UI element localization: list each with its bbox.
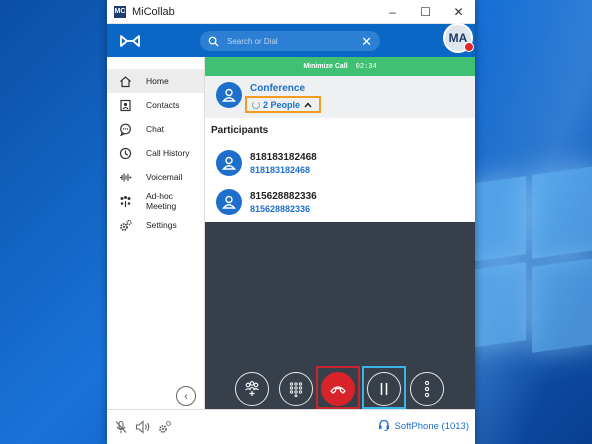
softphone-label: SoftPhone (1013) — [394, 421, 469, 432]
sidebar-item-label: Call History — [146, 148, 190, 158]
dialpad-button[interactable] — [279, 372, 313, 406]
sidebar-item-label: Voicemail — [146, 172, 183, 182]
softphone-status[interactable]: SoftPhone (1013) — [378, 419, 469, 434]
more-vertical-icon — [424, 380, 430, 398]
user-avatar[interactable]: MA — [443, 23, 474, 53]
micollab-window: MC MiCollab – ☐ ✕ ✕ MA Home — [107, 0, 475, 444]
clear-search-icon[interactable]: ✕ — [361, 35, 372, 48]
sidebar-item-voicemail[interactable]: Voicemail — [107, 165, 204, 189]
search-box[interactable]: ✕ — [200, 31, 380, 51]
sidebar-item-chat[interactable]: Chat — [107, 117, 204, 141]
participant-sub-number: 818183182468 — [250, 164, 311, 175]
people-count-label: 2 People — [263, 99, 301, 110]
chevron-up-icon — [304, 100, 312, 110]
hold-button[interactable] — [367, 372, 401, 406]
participant-row[interactable]: 818183182468 818183182468 — [216, 150, 317, 176]
sidebar-item-ad-hoc-meeting[interactable]: Ad-hoc Meeting — [107, 189, 204, 213]
participants-heading: Participants — [211, 125, 269, 136]
pause-icon — [380, 383, 388, 395]
minimize-button[interactable]: – — [376, 0, 409, 24]
conference-title: Conference — [250, 83, 306, 94]
call-history-icon — [119, 147, 132, 160]
sidebar-item-label: Home — [146, 76, 169, 86]
people-toggle[interactable]: 2 People — [245, 96, 321, 113]
sidebar-item-label: Ad-hoc Meeting — [146, 191, 177, 211]
windows-logo — [470, 165, 592, 360]
app-header: ✕ — [107, 24, 475, 57]
presence-status-icon — [464, 42, 474, 52]
call-timer: 02:34 — [355, 62, 377, 71]
meeting-icon — [119, 195, 132, 208]
conference-avatar-icon — [216, 82, 242, 108]
audio-settings-icon[interactable] — [157, 419, 173, 435]
participant-avatar-icon — [216, 189, 242, 215]
voicemail-icon — [119, 171, 132, 184]
add-participant-button[interactable] — [235, 372, 269, 406]
end-call-button[interactable] — [321, 372, 355, 406]
sidebar-item-contacts[interactable]: Contacts — [107, 93, 204, 117]
participants-list: Participants 818183182468 818183182468 8… — [205, 118, 475, 222]
end-call-icon — [330, 386, 346, 394]
title-bar: MC MiCollab – ☐ ✕ — [107, 0, 475, 24]
conference-header: Conference 2 People — [205, 76, 475, 118]
close-button[interactable]: ✕ — [442, 0, 475, 24]
dialpad-icon — [289, 382, 303, 397]
sidebar-item-call-history[interactable]: Call History — [107, 141, 204, 165]
search-icon — [208, 36, 219, 47]
loading-icon — [252, 100, 260, 109]
mute-microphone-icon[interactable] — [113, 419, 129, 435]
participant-avatar-icon — [216, 150, 242, 176]
chat-icon — [119, 123, 132, 136]
more-options-button[interactable] — [410, 372, 444, 406]
participant-number: 818183182468 — [250, 151, 317, 163]
minimize-call-label: Minimize Call — [303, 63, 348, 70]
sidebar-item-label: Chat — [146, 124, 164, 134]
call-controls — [205, 365, 475, 409]
status-bar: SoftPhone (1013) — [107, 409, 475, 444]
sidebar-item-label: Settings — [146, 220, 177, 230]
sidebar-item-home[interactable]: Home — [107, 69, 204, 93]
call-panel: Minimize Call 02:34 Conference 2 People … — [205, 57, 475, 409]
headset-icon — [378, 419, 390, 434]
settings-icon — [119, 219, 132, 232]
minimize-call-bar[interactable]: Minimize Call 02:34 — [205, 57, 475, 76]
speaker-icon[interactable] — [135, 419, 151, 435]
sidebar: Home Contacts Chat Call History Voicemai… — [107, 57, 205, 409]
mitel-logo-icon[interactable] — [119, 33, 141, 49]
home-icon — [119, 75, 132, 88]
participant-sub-number: 815628882336 — [250, 203, 311, 214]
app-icon: MC — [114, 5, 126, 18]
contacts-icon — [119, 99, 132, 112]
collapse-sidebar-button[interactable]: ‹ — [176, 386, 196, 406]
add-participant-icon — [245, 381, 259, 396]
maximize-button[interactable]: ☐ — [409, 0, 442, 24]
participant-row[interactable]: 815628882336 815628882336 — [216, 189, 317, 215]
participant-number: 815628882336 — [250, 190, 317, 202]
window-title: MiCollab — [132, 5, 175, 18]
search-input[interactable] — [227, 36, 362, 46]
sidebar-item-label: Contacts — [146, 100, 180, 110]
sidebar-item-settings[interactable]: Settings — [107, 213, 204, 237]
